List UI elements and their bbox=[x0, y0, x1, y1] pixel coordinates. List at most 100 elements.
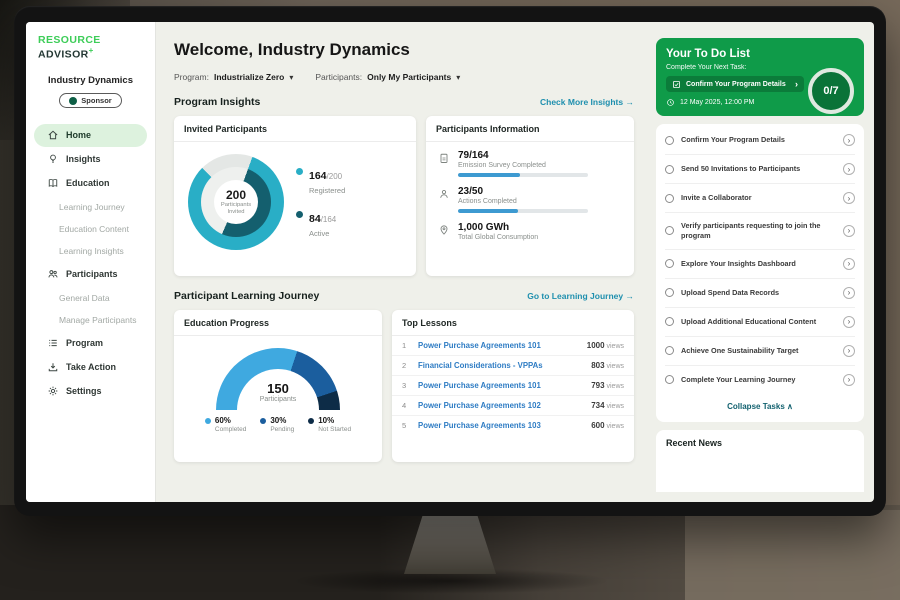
task-row[interactable]: Invite a Collaborator › bbox=[665, 184, 855, 213]
task-checkbox[interactable] bbox=[665, 226, 674, 235]
legend-dot bbox=[205, 418, 211, 424]
legend-pending: 30% Pending bbox=[260, 416, 294, 433]
recent-news-card: Recent News bbox=[656, 430, 864, 492]
legend-active: 84/164 Active bbox=[296, 209, 345, 238]
task-checkbox[interactable] bbox=[665, 346, 674, 355]
task-row[interactable]: Achieve One Sustainability Target › bbox=[665, 337, 855, 366]
task-checkbox[interactable] bbox=[665, 317, 674, 326]
sidebar-item-settings[interactable]: Settings bbox=[34, 380, 147, 403]
task-row[interactable]: Verify participants requesting to join t… bbox=[665, 213, 855, 250]
chevron-right-icon[interactable]: › bbox=[843, 287, 855, 299]
program-filter-value: Industrialize Zero bbox=[214, 72, 284, 82]
sidebar-item-insights[interactable]: Insights bbox=[34, 148, 147, 171]
donut-center-value: 200 bbox=[226, 188, 246, 202]
arrow-right-icon: → bbox=[626, 291, 635, 301]
dashboard-screen: RESOURCE ADVISOR+ Industry Dynamics Spon… bbox=[26, 22, 874, 502]
org-name: Industry Dynamics bbox=[26, 75, 155, 86]
task-checkbox[interactable] bbox=[665, 194, 674, 203]
main-content: Welcome, Industry Dynamics Program: Indu… bbox=[156, 22, 648, 502]
go-to-learning-journey-link[interactable]: Go to Learning Journey → bbox=[527, 291, 634, 301]
sidebar-item-general-data[interactable]: General Data bbox=[26, 287, 155, 309]
sidebar-item-home[interactable]: Home bbox=[34, 124, 147, 147]
task-checkbox[interactable] bbox=[665, 136, 674, 145]
sidebar-item-education[interactable]: Education bbox=[34, 172, 147, 195]
chevron-right-icon[interactable]: › bbox=[843, 225, 855, 237]
participants-filter-value: Only My Participants bbox=[367, 72, 451, 82]
chevron-right-icon[interactable]: › bbox=[843, 258, 855, 270]
lesson-link[interactable]: Power Purchase Agreements 101 bbox=[418, 341, 579, 350]
collapse-tasks-link[interactable]: Collapse Tasks ∧ bbox=[665, 394, 855, 420]
chevron-right-icon[interactable]: › bbox=[843, 316, 855, 328]
task-row[interactable]: Confirm Your Program Details › bbox=[665, 126, 855, 155]
lesson-row: 1 Power Purchase Agreements 101 1000 vie… bbox=[392, 336, 634, 356]
top-lessons-card: Top Lessons 1 Power Purchase Agreements … bbox=[392, 310, 634, 462]
sidebar-item-education-content[interactable]: Education Content bbox=[26, 218, 155, 240]
monitor-frame: RESOURCE ADVISOR+ Industry Dynamics Spon… bbox=[14, 6, 886, 516]
clipboard-icon bbox=[438, 151, 450, 163]
task-checkbox[interactable] bbox=[665, 165, 674, 174]
resource-advisor-logo: RESOURCE ADVISOR+ bbox=[26, 34, 155, 61]
participants-dropdown[interactable]: Participants: Only My Participants ▾ bbox=[315, 72, 460, 82]
person-icon bbox=[438, 187, 450, 199]
check-more-insights-link[interactable]: Check More Insights → bbox=[540, 97, 634, 107]
chevron-right-icon[interactable]: › bbox=[843, 192, 855, 204]
lesson-link[interactable]: Financial Considerations - VPPAs bbox=[418, 361, 583, 370]
sidebar-item-learning-journey[interactable]: Learning Journey bbox=[26, 196, 155, 218]
invited-participants-donut-chart: 200 Participants Invited bbox=[188, 154, 284, 250]
participants-icon bbox=[47, 268, 59, 280]
task-row[interactable]: Send 50 Invitations to Participants › bbox=[665, 155, 855, 184]
clock-icon bbox=[666, 98, 675, 107]
task-checkbox[interactable] bbox=[665, 375, 674, 384]
sidebar-item-participants[interactable]: Participants bbox=[34, 263, 147, 286]
program-insights-title: Program Insights bbox=[174, 96, 260, 108]
arrow-right-icon: → bbox=[626, 97, 635, 107]
chevron-right-icon[interactable]: › bbox=[843, 163, 855, 175]
sidebar-item-manage-participants[interactable]: Manage Participants bbox=[26, 309, 155, 331]
education-progress-gauge-chart: 150 Participants bbox=[216, 348, 340, 410]
sidebar-item-take-action[interactable]: Take Action bbox=[34, 356, 147, 379]
legend-dot bbox=[296, 211, 303, 218]
lesson-link[interactable]: Power Purchase Agreements 102 bbox=[418, 401, 583, 410]
task-checkbox[interactable] bbox=[665, 259, 674, 268]
program-dropdown[interactable]: Program: Industrialize Zero ▾ bbox=[174, 72, 293, 82]
lesson-row: 2 Financial Considerations - VPPAs 803 v… bbox=[392, 356, 634, 376]
chevron-right-icon[interactable]: › bbox=[843, 374, 855, 386]
todo-panel: Your To Do List Complete Your Next Task:… bbox=[656, 38, 864, 492]
chevron-down-icon: ▾ bbox=[456, 73, 460, 82]
lesson-link[interactable]: Power Purchase Agreements 101 bbox=[418, 381, 583, 390]
task-row[interactable]: Upload Spend Data Records › bbox=[665, 279, 855, 308]
legend-registered: 164/200 Registered bbox=[296, 166, 345, 195]
lesson-row: 4 Power Purchase Agreements 102 734 view… bbox=[392, 396, 634, 416]
card-title: Education Progress bbox=[174, 310, 382, 336]
lesson-link[interactable]: Power Purchase Agreements 103 bbox=[418, 421, 583, 430]
progress-bar bbox=[458, 173, 588, 177]
sponsor-icon bbox=[69, 97, 77, 105]
sidebar-item-label: Home bbox=[66, 130, 91, 140]
education-progress-card: Education Progress 150 Participants bbox=[174, 310, 382, 462]
legend-dot bbox=[308, 418, 314, 424]
gauge-center-label: Participants bbox=[237, 396, 319, 403]
welcome-heading: Welcome, Industry Dynamics bbox=[174, 40, 634, 60]
sponsor-badge[interactable]: Sponsor bbox=[59, 93, 121, 108]
task-row[interactable]: Complete Your Learning Journey › bbox=[665, 366, 855, 394]
task-row[interactable]: Upload Additional Educational Content › bbox=[665, 308, 855, 337]
program-list-icon bbox=[47, 337, 59, 349]
learning-journey-title: Participant Learning Journey bbox=[174, 290, 319, 302]
sidebar-subitem-label: Learning Journey bbox=[59, 202, 125, 212]
chevron-right-icon[interactable]: › bbox=[843, 345, 855, 357]
chevron-down-icon: ▾ bbox=[289, 73, 293, 82]
card-title: Participants Information bbox=[426, 116, 634, 142]
task-list-card: Confirm Your Program Details › Send 50 I… bbox=[656, 124, 864, 422]
lesson-row: 3 Power Purchase Agreements 101 793 view… bbox=[392, 376, 634, 396]
progress-bar bbox=[458, 209, 588, 213]
task-checkbox[interactable] bbox=[665, 288, 674, 297]
task-row[interactable]: Explore Your Insights Dashboard › bbox=[665, 250, 855, 279]
sidebar-item-learning-insights[interactable]: Learning Insights bbox=[26, 240, 155, 262]
next-task-button[interactable]: Confirm Your Program Details › bbox=[666, 76, 804, 92]
sidebar-item-label: Participants bbox=[66, 269, 118, 279]
education-icon bbox=[47, 177, 59, 189]
legend-dot bbox=[260, 418, 266, 424]
sidebar-item-program[interactable]: Program bbox=[34, 332, 147, 355]
sidebar-nav: Home Insights Education Learning Journey bbox=[26, 124, 155, 403]
chevron-right-icon[interactable]: › bbox=[843, 134, 855, 146]
